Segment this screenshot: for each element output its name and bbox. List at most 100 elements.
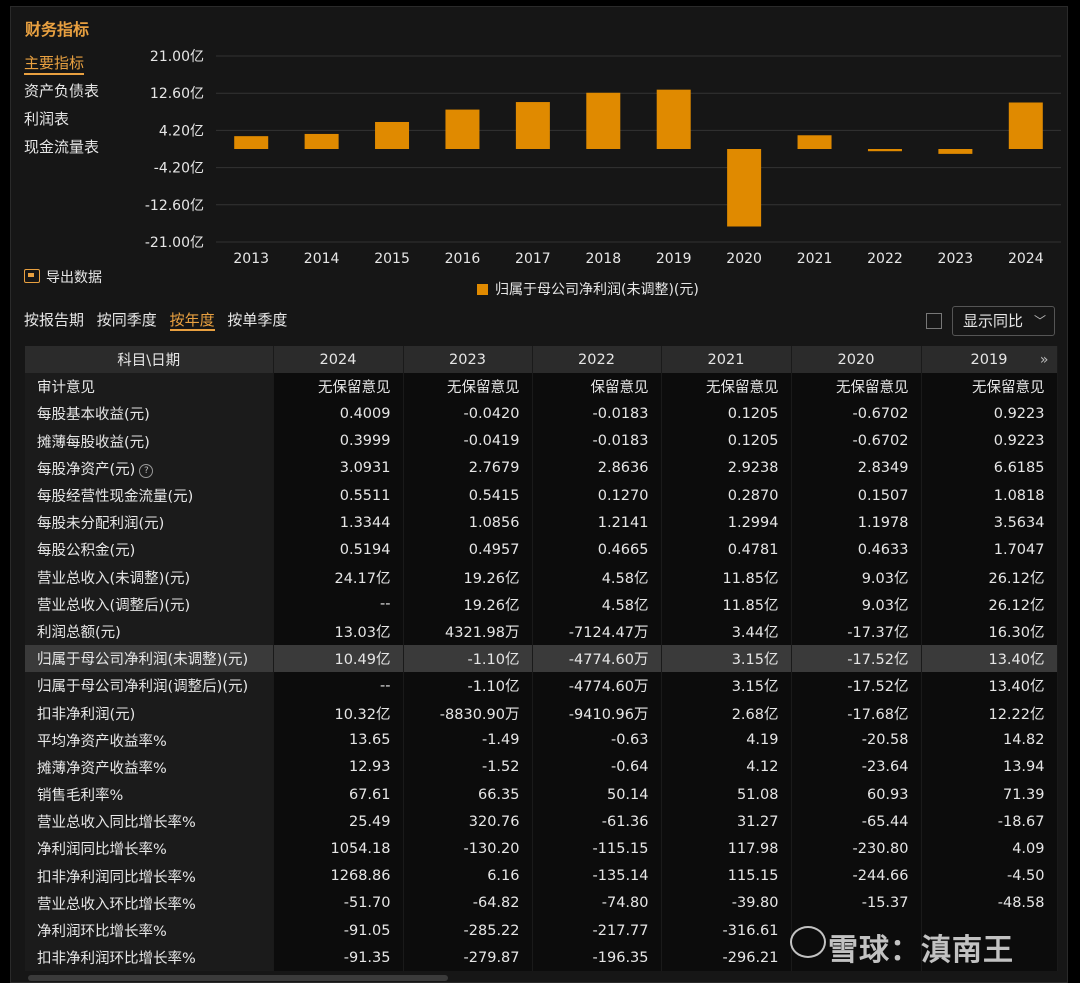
x-tick-label: 2016 (445, 251, 481, 267)
table-row[interactable]: 净利润同比增长率% 1054.18 -130.20 -115.15 117.98 -230… (25, 835, 1058, 863)
table-row[interactable]: 归属于母公司净利润(调整后)(元) -- -1.10亿 -4774.60万 3.15亿 -… (25, 672, 1058, 700)
table-row[interactable]: 营业总收入(未调整)(元) 24.17亿 19.26亿 4.58亿 11.85亿 9.03… (25, 563, 1058, 591)
table-row[interactable]: 每股公积金(元) 0.5194 0.4957 0.4665 0.4781 0.4633 1.… (25, 536, 1058, 564)
table-cell: 无保留意见 (273, 373, 404, 401)
table-cell: 2.7679 (403, 454, 533, 482)
horizontal-scrollbar[interactable] (28, 975, 448, 981)
table-cell: -279.87 (403, 944, 533, 972)
table-cell: 无保留意见 (921, 373, 1058, 401)
header-year[interactable]: 2022 (532, 346, 662, 374)
header-year[interactable]: 2024 (273, 346, 404, 374)
table-cell: 19.26亿 (403, 590, 533, 618)
table-row[interactable]: 营业总收入(调整后)(元) -- 19.26亿 4.58亿 11.85亿 9.03亿 26.… (25, 590, 1058, 618)
tab-same-quarter[interactable]: 按同季度 (97, 311, 157, 329)
table-cell: -285.22 (403, 916, 533, 945)
row-label: 每股未分配利润(元) (25, 509, 274, 537)
next-columns-icon[interactable]: » (1040, 352, 1049, 368)
table-cell: -0.0183 (532, 400, 662, 428)
table-cell: -0.6702 (791, 427, 922, 455)
row-label: 扣非净利润(元) (25, 699, 274, 727)
x-tick-label: 2013 (233, 251, 269, 267)
table-cell: 67.61 (273, 781, 404, 809)
y-tick-label: -21.00亿 (145, 235, 204, 251)
table-row[interactable]: 每股未分配利润(元) 1.3344 1.0856 1.2141 1.2994 1.1978… (25, 509, 1058, 537)
table-row[interactable]: 摊薄每股收益(元) 0.3999 -0.0419 -0.0183 0.1205 -0.67… (25, 427, 1058, 455)
table-cell: -61.36 (532, 808, 662, 836)
table-cell: -135.14 (532, 862, 662, 890)
chart-bar (234, 136, 269, 149)
tab-report-period[interactable]: 按报告期 (24, 311, 84, 329)
watermark-text: 雪球：滇南王 (828, 933, 1014, 968)
chart-bar (867, 149, 902, 152)
table-cell: 0.1205 (661, 427, 792, 455)
table-cell: 31.27 (661, 808, 792, 836)
export-data-button[interactable]: 导出数据 (24, 267, 102, 287)
tab-annual[interactable]: 按年度 (169, 311, 215, 331)
header-year[interactable]: 2020 (791, 346, 922, 374)
y-tick-label: 21.00亿 (150, 49, 204, 65)
table-row[interactable]: 营业总收入环比增长率% -51.70 -64.82 -74.80 -39.80 -15.3… (25, 889, 1058, 917)
table-cell: -0.6702 (791, 400, 922, 428)
table-cell: 13.40亿 (921, 672, 1058, 700)
table-row[interactable]: 扣非净利润同比增长率% 1268.86 6.16 -135.14 115.15 -244.… (25, 862, 1058, 890)
x-tick-label: 2023 (938, 251, 974, 267)
table-cell: -4774.60万 (532, 672, 662, 700)
table-row[interactable]: 扣非净利润(元) 10.32亿 -8830.90万 -9410.96万 2.68亿 -17… (25, 699, 1058, 727)
y-tick-label: -12.60亿 (145, 198, 204, 214)
table-cell: 1054.18 (273, 835, 404, 863)
table-row[interactable]: 审计意见 无保留意见 无保留意见 保留意见 无保留意见 无保留意见 无保留意见 (25, 373, 1058, 401)
table-cell: -130.20 (403, 835, 533, 863)
table-cell: 0.4781 (661, 536, 792, 564)
table-row[interactable]: 每股基本收益(元) 0.4009 -0.0420 -0.0183 0.1205 -0.67… (25, 400, 1058, 428)
table-cell: 50.14 (532, 781, 662, 809)
table-row[interactable]: 归属于母公司净利润(未调整)(元) 10.49亿 -1.10亿 -4774.60万 3.… (25, 645, 1058, 673)
table-cell: -17.52亿 (791, 645, 922, 673)
table-cell: -8830.90万 (403, 699, 533, 727)
table-cell: 0.5415 (403, 481, 533, 510)
x-tick-label: 2018 (585, 251, 621, 267)
help-icon[interactable]: ? (139, 463, 154, 478)
compare-select[interactable]: 显示同比 ﹀ (952, 306, 1055, 336)
table-row[interactable]: 平均净资产收益率% 13.65 -1.49 -0.63 4.19 -20.58 14.82 (25, 726, 1058, 754)
financial-panel: 财务指标 主要指标 资产负债表 利润表 现金流量表 21.00亿 12.60亿 4.… (10, 6, 1068, 983)
header-year[interactable]: 2019» (921, 346, 1058, 374)
header-year[interactable]: 2021 (661, 346, 792, 374)
table-cell: 13.94 (921, 753, 1058, 781)
table-row[interactable]: 营业总收入同比增长率% 25.49 320.76 -61.36 31.27 -65.44-… (25, 808, 1058, 836)
chart-bar (304, 133, 339, 149)
table-row[interactable]: 摊薄净资产收益率% 12.93 -1.52 -0.64 4.12 -23.64 13.94 (25, 753, 1058, 781)
table-cell: 26.12亿 (921, 590, 1058, 618)
table-cell: -1.52 (403, 753, 533, 781)
table-cell: -23.64 (791, 753, 922, 781)
table-cell: 1.0818 (921, 481, 1058, 510)
table-cell: 无保留意见 (791, 373, 922, 401)
table-cell: -316.61 (661, 916, 792, 945)
financial-table: 科目\日期 2024 2023 2022 2021 2020 2019» 审计意见 无保留意见… (25, 346, 1058, 972)
header-year[interactable]: 2023 (403, 346, 533, 374)
table-row[interactable]: 每股经营性现金流量(元) 0.5511 0.5415 0.1270 0.2870 0.15… (25, 481, 1058, 510)
table-row[interactable]: 销售毛利率% 67.61 66.35 50.14 51.08 60.93 71.39 (25, 781, 1058, 809)
table-cell: 3.15亿 (661, 672, 792, 700)
table-row[interactable]: 每股净资产(元)? 3.0931 2.7679 2.8636 2.9238 2.8349 6… (25, 454, 1058, 482)
table-cell: 0.4009 (273, 400, 404, 428)
chart-bar (586, 92, 621, 149)
table-cell: 115.15 (661, 862, 792, 890)
table-cell: 6.6185 (921, 454, 1058, 482)
table-cell: 1.1978 (791, 509, 922, 537)
table-cell: 2.8349 (791, 454, 922, 482)
table-cell: 3.15亿 (661, 645, 792, 673)
table-cell: 4321.98万 (403, 617, 533, 646)
table-cell: -4774.60万 (532, 645, 662, 673)
table-row[interactable]: 利润总额(元) 13.03亿 4321.98万 -7124.47万 3.44亿 -17.3… (25, 617, 1058, 646)
table-cell: -217.77 (532, 916, 662, 945)
row-label: 净利润环比增长率% (25, 916, 274, 945)
table-cell: -- (273, 672, 404, 700)
tab-single-quarter[interactable]: 按单季度 (227, 311, 287, 329)
table-cell: 1.0856 (403, 509, 533, 537)
compare-checkbox[interactable] (926, 313, 942, 329)
table-cell: 0.9223 (921, 400, 1058, 428)
table-cell: 1.2994 (661, 509, 792, 537)
table-cell: 1268.86 (273, 862, 404, 890)
table-cell: 0.1270 (532, 481, 662, 510)
table-cell: 10.49亿 (273, 645, 404, 673)
